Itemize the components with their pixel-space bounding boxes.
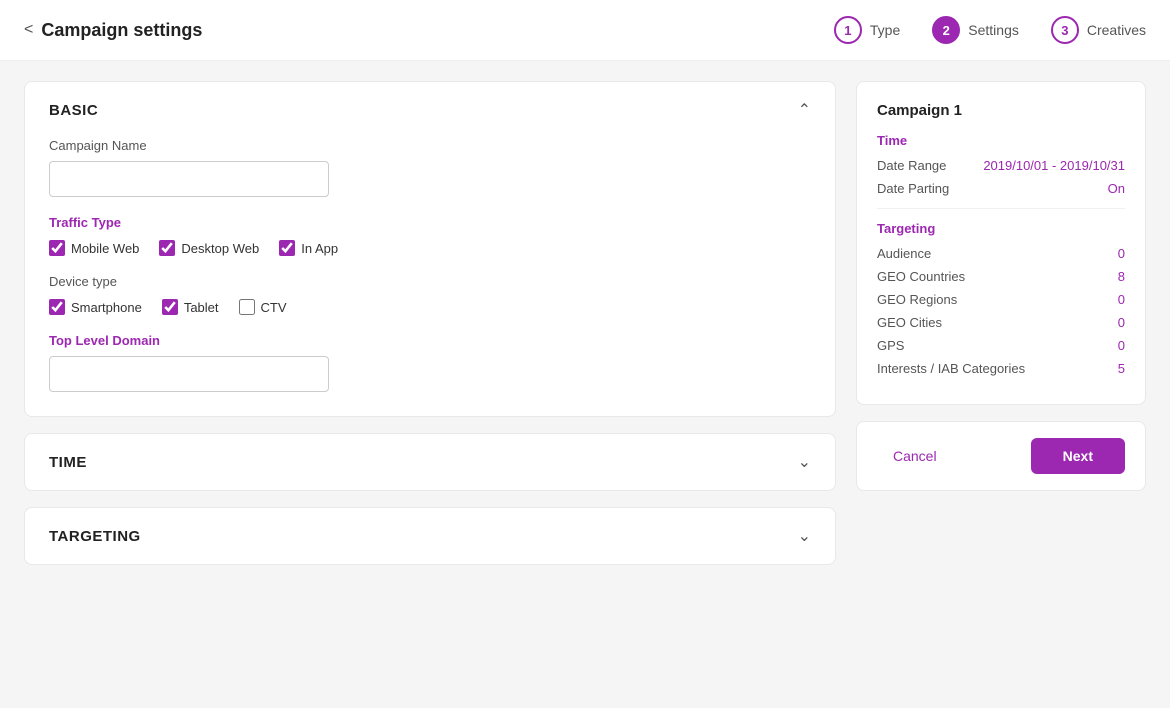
summary-divider (877, 208, 1125, 209)
tablet-checkbox[interactable] (162, 299, 178, 315)
action-card: Cancel Next (856, 421, 1146, 491)
header-left: < Campaign settings (24, 20, 202, 41)
summary-time-title: Time (877, 133, 1125, 148)
smartphone-checkbox-item: Smartphone (49, 299, 142, 315)
left-panel: BASIC ⌃ Campaign Name Traffic Type Mobil… (24, 81, 836, 684)
tablet-label[interactable]: Tablet (184, 300, 219, 315)
desktop-web-checkbox[interactable] (159, 240, 175, 256)
in-app-label[interactable]: In App (301, 241, 338, 256)
steps-nav: 1 Type 2 Settings 3 Creatives (834, 16, 1146, 44)
targeting-row-value: 0 (1118, 338, 1125, 353)
targeting-summary-row: Audience 0 (877, 246, 1125, 261)
page-title: Campaign settings (41, 20, 202, 41)
desktop-web-checkbox-item: Desktop Web (159, 240, 259, 256)
basic-collapse-icon[interactable]: ⌃ (798, 100, 811, 120)
mobile-web-checkbox-item: Mobile Web (49, 240, 139, 256)
campaign-name-label: Campaign Name (49, 138, 811, 153)
targeting-row-value: 0 (1118, 292, 1125, 307)
next-button[interactable]: Next (1031, 438, 1125, 474)
mobile-web-checkbox[interactable] (49, 240, 65, 256)
step-2-circle: 2 (932, 16, 960, 44)
traffic-type-label: Traffic Type (49, 215, 811, 230)
step-1-circle: 1 (834, 16, 862, 44)
ctv-checkbox-item: CTV (239, 299, 287, 315)
time-card-header[interactable]: TIME ⌄ (25, 434, 835, 490)
step-2[interactable]: 2 Settings (932, 16, 1019, 44)
ctv-checkbox[interactable] (239, 299, 255, 315)
summary-date-parting-value: On (1108, 181, 1125, 196)
smartphone-checkbox[interactable] (49, 299, 65, 315)
traffic-type-group: Mobile Web Desktop Web In App (49, 240, 811, 256)
targeting-row-label: GEO Regions (877, 292, 957, 307)
targeting-row-label: GEO Cities (877, 315, 942, 330)
targeting-row-label: GPS (877, 338, 904, 353)
targeting-row-label: GEO Countries (877, 269, 965, 284)
step-3-label: Creatives (1087, 22, 1146, 38)
summary-date-range-row: Date Range 2019/10/01 - 2019/10/31 (877, 158, 1125, 173)
header: < Campaign settings 1 Type 2 Settings 3 … (0, 0, 1170, 61)
targeting-row-label: Interests / IAB Categories (877, 361, 1025, 376)
tablet-checkbox-item: Tablet (162, 299, 219, 315)
targeting-collapse-icon[interactable]: ⌄ (798, 526, 811, 546)
time-collapse-icon[interactable]: ⌄ (798, 452, 811, 472)
targeting-summary-row: GEO Countries 8 (877, 269, 1125, 284)
step-3[interactable]: 3 Creatives (1051, 16, 1146, 44)
basic-card-header: BASIC ⌃ (25, 82, 835, 138)
right-sidebar: Campaign 1 Time Date Range 2019/10/01 - … (856, 81, 1146, 684)
summary-card: Campaign 1 Time Date Range 2019/10/01 - … (856, 81, 1146, 405)
step-1[interactable]: 1 Type (834, 16, 900, 44)
top-domain-input[interactable] (49, 356, 329, 392)
summary-date-range-value: 2019/10/01 - 2019/10/31 (983, 158, 1125, 173)
in-app-checkbox-item: In App (279, 240, 338, 256)
step-2-label: Settings (968, 22, 1019, 38)
targeting-summary-rows: Audience0GEO Countries8GEO Regions0GEO C… (877, 246, 1125, 376)
summary-targeting-title: Targeting (877, 221, 1125, 236)
targeting-row-label: Audience (877, 246, 931, 261)
summary-campaign-name: Campaign 1 (877, 102, 1125, 119)
targeting-card-header[interactable]: TARGETING ⌄ (25, 508, 835, 564)
step-1-label: Type (870, 22, 900, 38)
step-3-circle: 3 (1051, 16, 1079, 44)
back-button[interactable]: < (24, 21, 33, 39)
time-section-title: TIME (49, 454, 87, 471)
summary-date-parting-label: Date Parting (877, 181, 949, 196)
campaign-name-input[interactable] (49, 161, 329, 197)
targeting-section-title: TARGETING (49, 528, 141, 545)
summary-date-parting-row: Date Parting On (877, 181, 1125, 196)
targeting-row-value: 0 (1118, 315, 1125, 330)
targeting-row-value: 0 (1118, 246, 1125, 261)
targeting-row-value: 8 (1118, 269, 1125, 284)
desktop-web-label[interactable]: Desktop Web (181, 241, 259, 256)
targeting-summary-row: Interests / IAB Categories 5 (877, 361, 1125, 376)
targeting-row-value: 5 (1118, 361, 1125, 376)
targeting-card: TARGETING ⌄ (24, 507, 836, 565)
in-app-checkbox[interactable] (279, 240, 295, 256)
device-type-group: Smartphone Tablet CTV (49, 299, 811, 315)
basic-section-title: BASIC (49, 102, 98, 119)
device-type-label: Device type (49, 274, 811, 289)
summary-date-range-label: Date Range (877, 158, 946, 173)
targeting-summary-row: GPS 0 (877, 338, 1125, 353)
mobile-web-label[interactable]: Mobile Web (71, 241, 139, 256)
basic-card: BASIC ⌃ Campaign Name Traffic Type Mobil… (24, 81, 836, 417)
time-card: TIME ⌄ (24, 433, 836, 491)
ctv-label[interactable]: CTV (261, 300, 287, 315)
smartphone-label[interactable]: Smartphone (71, 300, 142, 315)
targeting-summary-row: GEO Cities 0 (877, 315, 1125, 330)
top-domain-label: Top Level Domain (49, 333, 811, 348)
basic-card-body: Campaign Name Traffic Type Mobile Web De… (25, 138, 835, 416)
cancel-button[interactable]: Cancel (877, 440, 953, 472)
main-content: BASIC ⌃ Campaign Name Traffic Type Mobil… (0, 61, 1170, 704)
targeting-summary-row: GEO Regions 0 (877, 292, 1125, 307)
